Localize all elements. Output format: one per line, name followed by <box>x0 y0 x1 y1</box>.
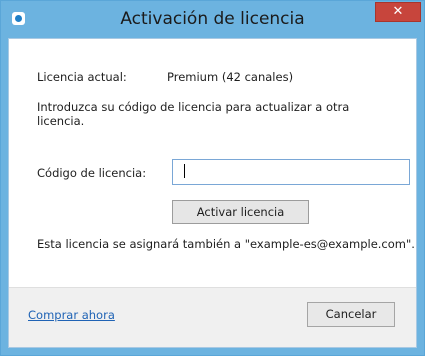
text-caret <box>184 164 185 178</box>
license-code-input[interactable] <box>172 159 410 185</box>
instructions-text: Introduzca su código de licencia para ac… <box>37 100 350 128</box>
content-area: Licencia actual: Premium (42 canales) In… <box>9 39 416 287</box>
dialog-body: Licencia actual: Premium (42 canales) In… <box>8 38 417 348</box>
license-code-label: Código de licencia: <box>37 166 147 180</box>
close-button[interactable]: ✕ <box>375 2 421 22</box>
current-license-value: Premium (42 canales) <box>167 70 294 84</box>
buy-now-link[interactable]: Comprar ahora <box>28 308 115 322</box>
assignment-note: Esta licencia se asignará también a "exa… <box>37 237 415 251</box>
cancel-button[interactable]: Cancelar <box>307 302 395 327</box>
current-license-label: Licencia actual: <box>37 70 127 84</box>
license-activation-dialog: Activación de licencia ✕ Licencia actual… <box>0 0 425 356</box>
title-bar[interactable]: Activación de licencia ✕ <box>1 1 424 38</box>
close-icon: ✕ <box>392 4 404 19</box>
dialog-title: Activación de licencia <box>120 9 305 29</box>
activate-license-button[interactable]: Activar licencia <box>172 200 309 224</box>
dialog-footer: Comprar ahora Cancelar <box>9 287 416 347</box>
